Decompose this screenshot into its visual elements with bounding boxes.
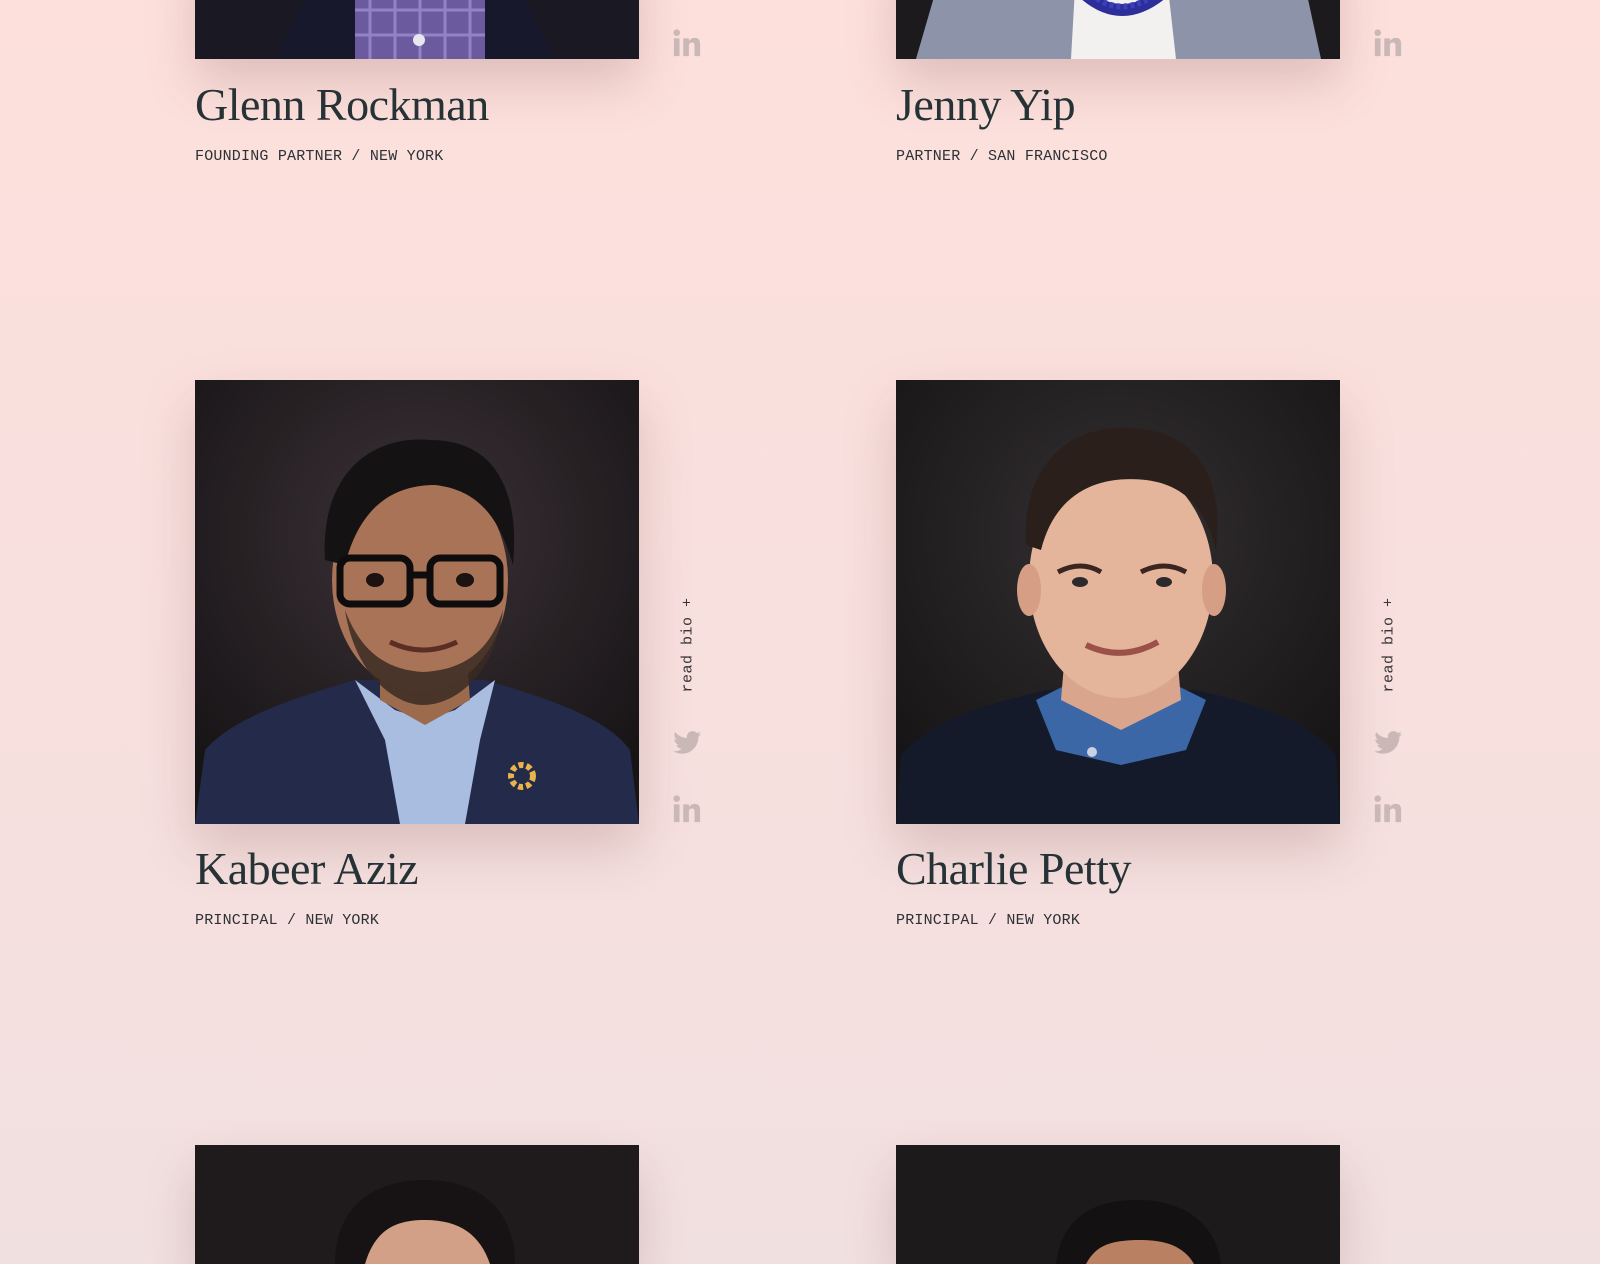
read-bio-label: read bio + bbox=[679, 597, 697, 693]
portrait-photo[interactable] bbox=[195, 0, 639, 59]
person-name: Kabeer Aziz bbox=[195, 843, 419, 894]
linkedin-icon bbox=[1374, 29, 1402, 57]
portrait-photo[interactable] bbox=[896, 380, 1340, 824]
portrait-photo[interactable] bbox=[896, 0, 1340, 59]
linkedin-link[interactable] bbox=[1373, 28, 1403, 58]
person-name: Jenny Yip bbox=[896, 79, 1076, 130]
person-name: Glenn Rockman bbox=[195, 79, 489, 130]
person-name: Charlie Petty bbox=[896, 843, 1131, 894]
twitter-link[interactable] bbox=[672, 728, 702, 758]
linkedin-icon bbox=[673, 795, 701, 823]
twitter-icon bbox=[673, 731, 702, 754]
portrait-photo[interactable] bbox=[195, 380, 639, 824]
person-role: PARTNER / SAN FRANCISCO bbox=[896, 148, 1108, 165]
linkedin-link[interactable] bbox=[672, 28, 702, 58]
linkedin-icon bbox=[1374, 795, 1402, 823]
read-bio-button[interactable]: read bio + bbox=[668, 590, 708, 700]
twitter-icon bbox=[1374, 731, 1403, 754]
portrait-photo[interactable] bbox=[896, 1145, 1340, 1264]
person-role: FOUNDING PARTNER / NEW YORK bbox=[195, 148, 444, 165]
read-bio-button[interactable]: read bio + bbox=[1369, 590, 1409, 700]
portrait-photo[interactable] bbox=[195, 1145, 639, 1264]
read-bio-label: read bio + bbox=[1380, 597, 1398, 693]
person-role: PRINCIPAL / NEW YORK bbox=[896, 912, 1081, 929]
person-role: PRINCIPAL / NEW YORK bbox=[195, 912, 380, 929]
linkedin-link[interactable] bbox=[672, 794, 702, 824]
twitter-link[interactable] bbox=[1373, 728, 1403, 758]
linkedin-link[interactable] bbox=[1373, 794, 1403, 824]
linkedin-icon bbox=[673, 29, 701, 57]
